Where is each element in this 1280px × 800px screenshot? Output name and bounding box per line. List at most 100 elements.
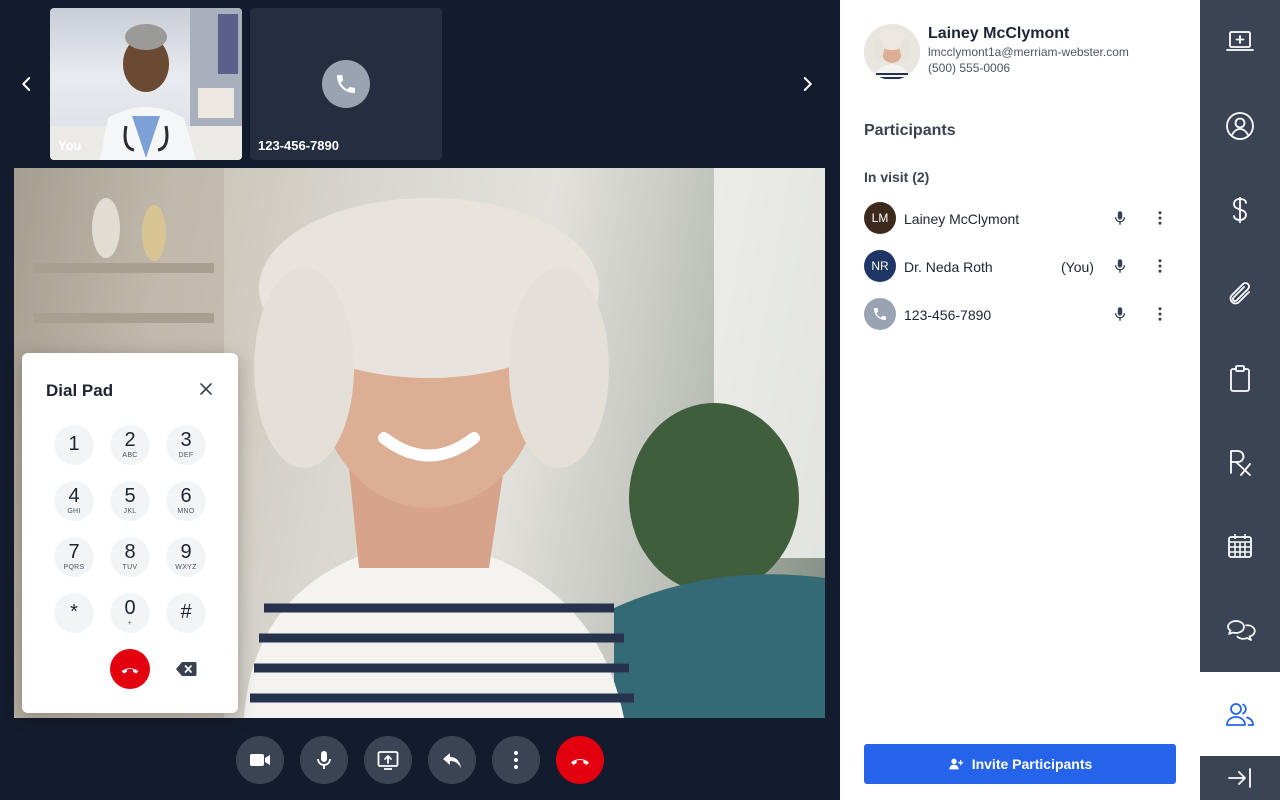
backspace-icon — [176, 662, 197, 676]
more-options-button[interactable] — [492, 736, 540, 784]
more-vertical-icon — [1158, 307, 1162, 321]
dial-pad-backspace-button[interactable] — [166, 649, 206, 689]
dial-pad-panel: Dial Pad 1 2 ABC 3 DEF 4 GHI 5 JKL 6 MNO — [22, 353, 238, 713]
rail-item-prescriptions[interactable] — [1200, 420, 1280, 504]
phone-participant-thumbnail[interactable]: 123-456-7890 — [250, 8, 442, 160]
dial-key-6[interactable]: 6 MNO — [166, 481, 206, 521]
key-letters: DEF — [178, 452, 194, 459]
key-digit: 4 — [68, 485, 80, 507]
laptop-medical-icon — [1226, 31, 1254, 51]
clipboard-icon — [1230, 365, 1250, 392]
participants-panel: Lainey McClymont lmcclymont1a@merriam-we… — [840, 0, 1200, 800]
user-circle-icon — [1226, 112, 1254, 140]
more-vertical-icon — [1158, 259, 1162, 273]
key-letters: GHI — [67, 508, 81, 515]
self-thumbnail-label: You — [58, 138, 82, 153]
phone-icon — [337, 75, 355, 93]
microphone-icon — [317, 751, 331, 769]
key-digit: 2 — [124, 429, 136, 451]
share-screen-button[interactable] — [364, 736, 412, 784]
microphone-icon — [1114, 259, 1126, 273]
dial-key-1[interactable]: 1 — [54, 425, 94, 465]
dial-key-0[interactable]: 0 + — [110, 593, 150, 633]
rail-item-billing[interactable] — [1200, 168, 1280, 252]
end-call-icon — [121, 668, 139, 674]
navigation-rail — [1200, 0, 1280, 800]
rail-item-visit[interactable] — [1200, 0, 1280, 84]
calendar-icon — [1228, 534, 1252, 558]
patient-photo-image — [864, 24, 920, 80]
add-user-icon — [949, 758, 964, 770]
dial-key-7[interactable]: 7 PQRS — [54, 537, 94, 577]
key-letters: PQRS — [63, 564, 85, 571]
dial-key-star[interactable]: * — [54, 593, 94, 633]
reply-button[interactable] — [428, 736, 476, 784]
rail-item-participants[interactable] — [1200, 672, 1280, 756]
patient-name: Lainey McClymont — [928, 25, 1070, 42]
rail-item-notes[interactable] — [1200, 336, 1280, 420]
dial-pad-title: Dial Pad — [46, 381, 114, 400]
participant-avatar: LM — [864, 202, 896, 234]
end-call-icon — [571, 759, 589, 765]
dial-pad-hangup-button[interactable] — [110, 649, 150, 689]
participant-row: LM Lainey McClymont — [864, 202, 1176, 234]
key-letters: + — [127, 620, 133, 627]
previous-thumbnail-button[interactable] — [11, 68, 43, 100]
rail-item-attachments[interactable] — [1200, 252, 1280, 336]
participant-mic-button[interactable] — [1110, 208, 1130, 228]
chevron-left-icon — [22, 77, 31, 91]
key-digit: 3 — [180, 429, 192, 451]
rail-item-profile[interactable] — [1200, 84, 1280, 168]
toggle-microphone-button[interactable] — [300, 736, 348, 784]
participant-name: 123-456-7890 — [904, 307, 992, 323]
key-digit: 7 — [68, 541, 80, 563]
participant-avatar: NR — [864, 250, 896, 282]
key-digit: 8 — [124, 541, 136, 563]
key-digit: 1 — [68, 433, 80, 455]
prescription-icon — [1230, 450, 1251, 476]
video-camera-icon — [250, 754, 270, 766]
participant-row: NR Dr. Neda Roth (You) — [864, 250, 1176, 282]
participant-name: Lainey McClymont — [904, 211, 1020, 227]
chat-icon — [1227, 620, 1256, 641]
dial-key-8[interactable]: 8 TUV — [110, 537, 150, 577]
collapse-panel-button[interactable] — [1200, 756, 1280, 800]
participant-mic-button[interactable] — [1110, 304, 1130, 324]
dial-key-2[interactable]: 2 ABC — [110, 425, 150, 465]
microphone-icon — [1114, 307, 1126, 321]
participant-avatar — [864, 298, 896, 330]
phone-avatar — [322, 60, 370, 108]
reply-icon — [443, 753, 461, 768]
participant-row: 123-456-7890 — [864, 298, 1176, 330]
rail-item-calendar[interactable] — [1200, 504, 1280, 588]
next-thumbnail-button[interactable] — [791, 68, 823, 100]
dial-key-3[interactable]: 3 DEF — [166, 425, 206, 465]
dial-key-hash[interactable]: # — [166, 593, 206, 633]
participant-more-button[interactable] — [1150, 304, 1170, 324]
participant-more-button[interactable] — [1150, 208, 1170, 228]
participants-heading: Participants — [864, 122, 956, 139]
dial-key-4[interactable]: 4 GHI — [54, 481, 94, 521]
rail-item-messages[interactable] — [1200, 588, 1280, 672]
participant-mic-button[interactable] — [1110, 256, 1130, 276]
patient-email: lmcclymont1a@merriam-webster.com — [928, 45, 1129, 59]
participant-name: Dr. Neda Roth — [904, 259, 993, 275]
more-vertical-icon — [1158, 211, 1162, 225]
collapse-panel-icon — [1228, 768, 1251, 788]
participant-more-button[interactable] — [1150, 256, 1170, 276]
invite-participants-button[interactable]: Invite Participants — [864, 744, 1176, 784]
dial-key-9[interactable]: 9 WXYZ — [166, 537, 206, 577]
dollar-icon — [1233, 197, 1247, 223]
in-visit-label: In visit (2) — [864, 169, 930, 185]
invite-participants-label: Invite Participants — [971, 756, 1093, 772]
key-digit: * — [70, 601, 78, 623]
self-video-thumbnail[interactable]: You — [50, 8, 242, 160]
dial-pad-close-button[interactable] — [196, 379, 216, 399]
end-call-button[interactable] — [556, 736, 604, 784]
key-letters: MNO — [177, 508, 195, 515]
toggle-camera-button[interactable] — [236, 736, 284, 784]
key-letters: WXYZ — [175, 564, 197, 571]
dial-key-5[interactable]: 5 JKL — [110, 481, 150, 521]
key-digit: 0 — [124, 597, 136, 619]
phone-thumbnail-label: 123-456-7890 — [258, 138, 339, 153]
